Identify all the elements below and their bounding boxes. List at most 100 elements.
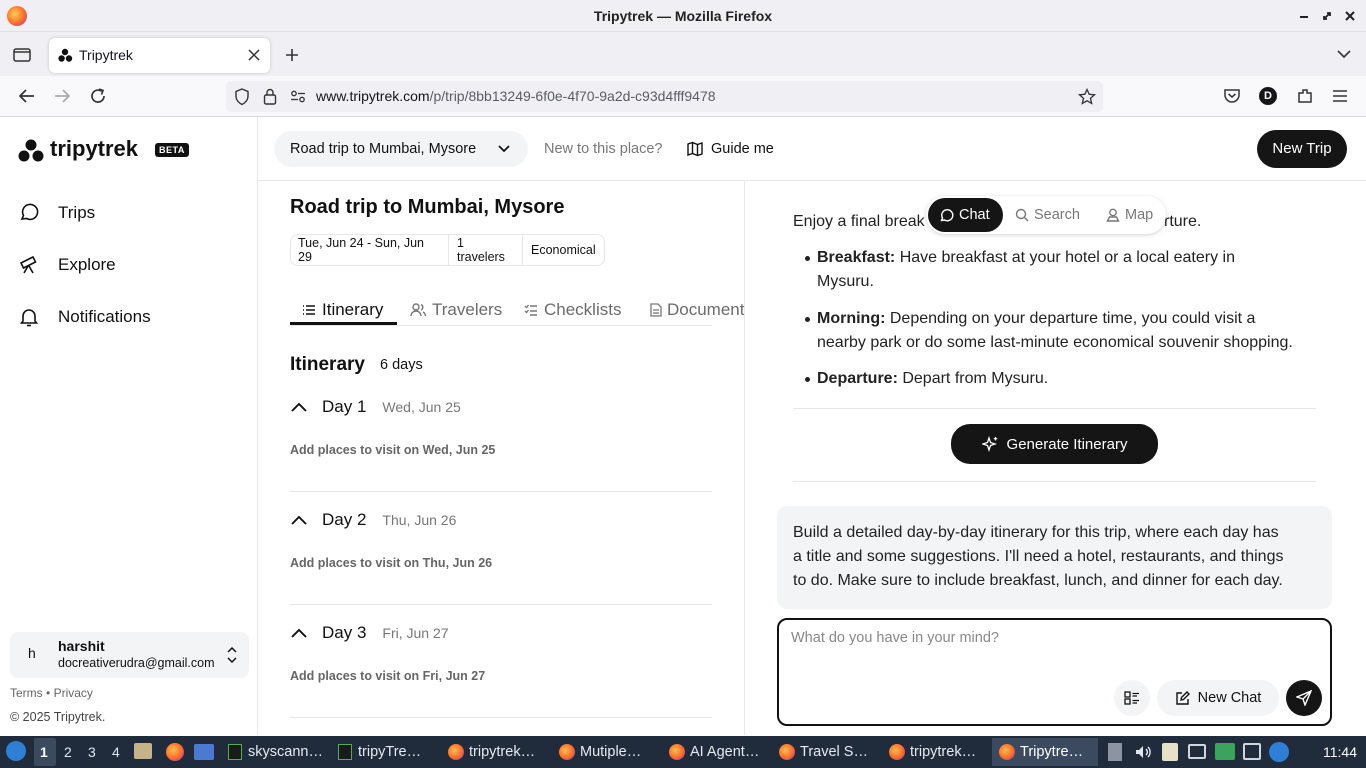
chat-bullet-morning: Morning: Depending on your departure tim… [817,310,1293,351]
firefox-launcher-icon[interactable] [166,743,184,761]
beta-badge: BETA [155,143,189,157]
back-icon[interactable] [18,88,36,104]
add-places-link[interactable]: Add places to visit on Fri, Jun 27 [290,669,485,683]
new-to-place-text: New to this place? [544,141,663,157]
maximize-icon[interactable] [1319,8,1335,24]
taskbar-app-8[interactable]: Tripytre… [999,740,1083,764]
day-date: Wed, Jun 25 [382,399,461,415]
sidebar-item-explore[interactable]: Explore [18,250,116,280]
day-date: Fri, Jun 27 [382,625,449,641]
chevron-up-icon[interactable] [290,514,308,526]
attach-list-button[interactable] [1114,680,1150,716]
generate-itinerary-button[interactable]: Generate Itinerary [951,424,1158,464]
day-header-2[interactable]: Day 2 Thu, Jun 26 [290,507,456,533]
add-places-link[interactable]: Add places to visit on Thu, Jun 26 [290,556,492,570]
guide-me-button[interactable]: Guide me [687,139,774,159]
segment-search[interactable]: Search [1015,198,1080,232]
terms-link[interactable]: Terms [10,686,43,700]
sidebar-item-notifications[interactable]: Notifications [18,302,151,332]
chevron-up-down-icon[interactable] [227,646,237,664]
close-tab-icon[interactable] [248,49,260,61]
day-header-1[interactable]: Day 1 Wed, Jun 25 [290,394,461,420]
minimize-icon[interactable] [1296,8,1312,24]
itinerary-heading: Itinerary [290,354,365,375]
reload-icon[interactable] [89,87,107,105]
day-header-3[interactable]: Day 3 Fri, Jun 27 [290,620,449,646]
segment-label: Map [1125,207,1154,223]
tray-storage-icon[interactable] [1108,743,1122,761]
user-message-text: Build a detailed day-by-day itinerary fo… [793,524,1284,589]
file-manager-icon[interactable] [134,743,152,759]
taskbar-app-6[interactable]: Travel S… [779,740,868,764]
workspace-label[interactable]: 1 [40,744,48,760]
tab-travelers[interactable]: Travelers [410,296,502,324]
workspace-2[interactable]: 2 [64,744,72,760]
taskbar-app-2[interactable]: tripyTre… [338,740,421,764]
segment-map[interactable]: Map [1106,198,1153,232]
tab-list-icon[interactable] [13,46,31,62]
budget-chip[interactable]: Economical [523,234,605,266]
tripytrek-logo-icon [18,139,44,163]
trip-selector[interactable]: Road trip to Mumbai, Mysore [274,131,528,167]
lock-icon[interactable] [263,88,277,105]
close-window-icon[interactable] [1342,8,1358,24]
sidebar-item-trips[interactable]: Trips [18,198,95,228]
tab-documents[interactable]: Document [650,296,744,324]
chat-input-box[interactable]: What do you have in your mind? New Chat [777,618,1332,726]
app-logo-text[interactable]: tripytrek [50,136,138,162]
new-trip-button[interactable]: New Trip [1257,130,1347,168]
taskbar-app-3[interactable]: tripytrek… [448,740,535,764]
date-chip[interactable]: Tue, Jun 24 - Sun, Jun 29 [290,234,449,266]
tab-itinerary[interactable]: Itinerary [302,296,383,324]
workspace-4[interactable]: 4 [112,744,120,760]
new-tab-icon[interactable] [284,47,300,63]
segment-label: Search [1034,207,1080,223]
updates-icon[interactable] [1269,742,1289,762]
header-divider [258,180,1366,181]
send-button[interactable] [1286,680,1322,716]
battery-icon[interactable] [1215,743,1235,760]
bookmark-star-icon[interactable] [1078,88,1096,106]
extensions-icon[interactable] [1296,87,1314,105]
chat-divider [793,408,1316,409]
url-text[interactable]: www.tripytrek.com/p/trip/8bb13249-6f0e-4… [316,88,716,104]
tab-checklists[interactable]: Checklists [524,296,621,324]
chevron-up-icon[interactable] [290,401,308,413]
permissions-icon[interactable] [290,90,306,103]
account-avatar-icon[interactable]: D [1259,87,1277,105]
workspace-3[interactable]: 3 [88,744,96,760]
clipboard-icon[interactable] [1162,743,1178,761]
forward-icon[interactable] [53,88,71,104]
tab-label: Itinerary [322,300,384,319]
privacy-link[interactable]: Privacy [54,686,93,700]
segment-chat[interactable]: Chat [928,198,1003,232]
bullet-dot [805,377,810,382]
browser-tab[interactable]: Tripytrek [49,38,270,73]
chat-input-placeholder[interactable]: What do you have in your mind? [791,630,999,646]
shield-icon[interactable] [234,88,250,106]
taskbar-app-label: Mutiple… [580,744,642,760]
user-message-bubble: Build a detailed day-by-day itinerary fo… [777,506,1332,609]
menu-icon[interactable] [1332,89,1348,103]
taskbar-app-7[interactable]: tripytrek… [889,740,976,764]
taskbar-app-5[interactable]: AI Agent… [669,740,759,764]
segment-label: Chat [959,207,990,223]
taskbar-app-4[interactable]: Mutiple… [559,740,641,764]
new-chat-button[interactable]: New Chat [1157,680,1279,716]
checklist-icon [524,304,538,316]
chat-bubble-icon [18,202,40,224]
monitor-icon[interactable] [1188,744,1206,759]
bullet-dot [805,256,810,261]
day-divider [290,717,712,718]
list-all-tabs-icon[interactable] [1336,48,1352,60]
travelers-chip[interactable]: 1 travelers [449,234,523,266]
taskbar-app-1[interactable]: skyscann… [228,740,323,764]
user-card[interactable]: h harshit docreativerudra@gmail.com [10,632,249,678]
pocket-icon[interactable] [1223,88,1241,104]
network-icon[interactable] [1243,743,1261,760]
add-places-link[interactable]: Add places to visit on Wed, Jun 25 [290,443,495,457]
chevron-up-icon[interactable] [290,627,308,639]
volume-icon[interactable] [1134,744,1152,760]
desktop-icon[interactable] [194,744,214,760]
start-menu-icon[interactable] [6,741,26,761]
